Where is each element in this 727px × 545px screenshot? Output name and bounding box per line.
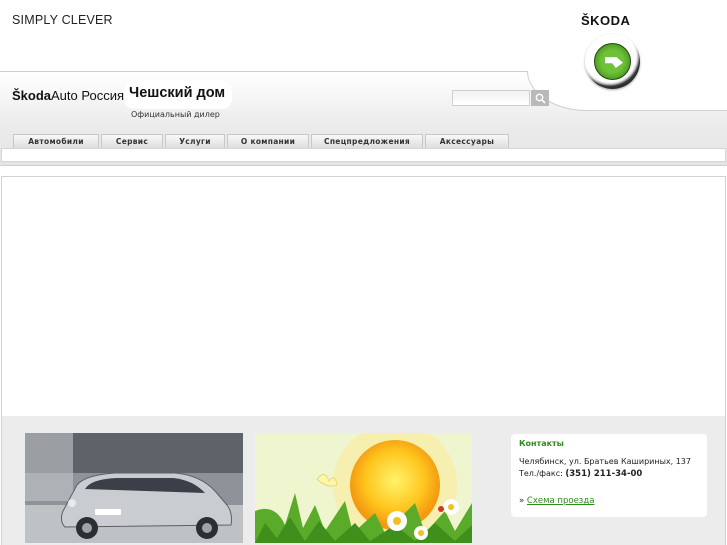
phone-label: Тел./факс:	[519, 469, 563, 478]
logo-inner-circle	[594, 43, 631, 80]
contacts-title: Контакты	[519, 439, 564, 448]
nav-tab-about[interactable]: О компании	[227, 134, 309, 148]
nav-tab-accessories[interactable]: Аксессуары	[425, 134, 509, 148]
tagline: SIMPLY CLEVER	[12, 13, 113, 27]
map-link-line: » Схема проезда	[519, 496, 594, 506]
main-nav: Автомобили Сервис Услуги О компании Спец…	[13, 134, 509, 148]
nav-tab-service[interactable]: Сервис	[101, 134, 163, 148]
skoda-auto-rest: Auto Россия	[51, 88, 125, 103]
phone-number: (351) 211-34-00	[565, 469, 643, 479]
promo-spring-image[interactable]	[255, 433, 472, 543]
map-link-bullet: »	[519, 496, 525, 506]
skoda-logo-icon[interactable]	[585, 34, 640, 89]
brand-wordmark[interactable]: ŠKODA	[581, 13, 630, 28]
map-link[interactable]: Схема проезда	[527, 496, 595, 506]
contacts-box: Контакты Челябинск, ул. Братьев Каширины…	[511, 434, 707, 517]
nav-tab-special-offers[interactable]: Спецпредложения	[311, 134, 423, 148]
winged-arrow-icon	[605, 57, 623, 68]
contacts-phone-line: Тел./факс: (351) 211-34-00	[519, 469, 642, 479]
sun-illustration	[255, 433, 472, 543]
search-button[interactable]	[531, 90, 549, 106]
car-illustration	[25, 433, 243, 543]
dealer-subtitle: Официальный дилер	[131, 110, 220, 119]
skoda-auto-russia-logo[interactable]: ŠkodaAuto Россия	[12, 88, 124, 103]
nav-tab-services[interactable]: Услуги	[165, 134, 225, 148]
skoda-auto-bold: Škoda	[12, 88, 52, 103]
search-icon	[535, 93, 546, 104]
promo-car-image[interactable]	[25, 433, 243, 543]
subnav-bar	[1, 148, 726, 162]
dealer-name[interactable]: Чешский дом	[129, 85, 225, 101]
hero-banner-area	[1, 176, 726, 416]
contacts-address: Челябинск, ул. Братьев Кашириных, 137	[519, 457, 691, 466]
search-input[interactable]	[452, 90, 530, 106]
nav-tab-cars[interactable]: Автомобили	[13, 134, 99, 148]
page: SIMPLY CLEVER ŠKODA ŠkodaAuto Россия Чеш…	[0, 0, 727, 545]
